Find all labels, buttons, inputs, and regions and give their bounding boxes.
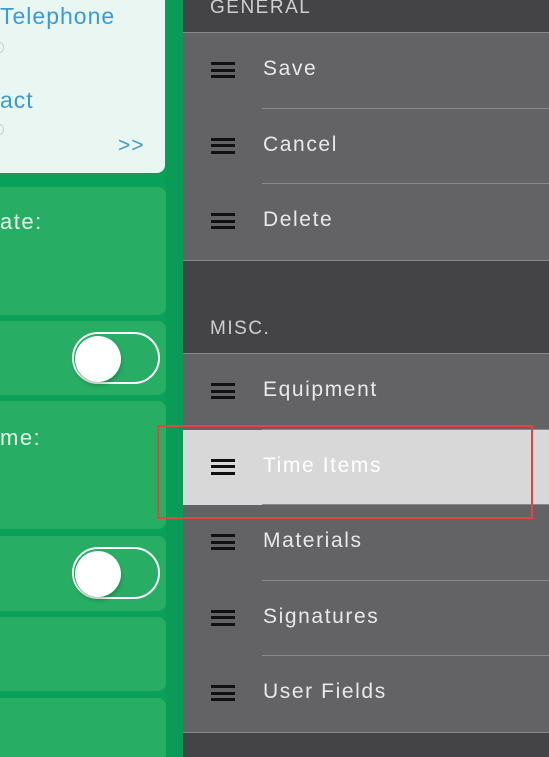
menu-item-save[interactable]: Save [183, 33, 549, 109]
hamburger-icon [211, 137, 235, 154]
toggle-switch-1[interactable] [72, 332, 160, 384]
form-field-blank-1[interactable] [0, 617, 166, 691]
menu-item-label: Materials [263, 529, 363, 552]
menu-item-time-items[interactable]: Time Items [183, 429, 549, 505]
general-section-header: GENERAL [210, 0, 312, 18]
menu-item-cancel[interactable]: Cancel [183, 109, 549, 184]
time-field-label: me: [0, 425, 42, 450]
menu-item-label: Save [263, 57, 318, 80]
menu-item-equipment[interactable]: Equipment [183, 354, 549, 430]
action-menu: GENERAL Save Cancel Delete MISC. Equipme… [183, 0, 549, 757]
hamburger-icon [211, 458, 235, 475]
hamburger-icon [211, 213, 235, 229]
menu-item-delete[interactable]: Delete [183, 184, 549, 260]
hamburger-icon [211, 685, 235, 701]
toggle-knob-2 [75, 551, 121, 597]
menu-item-label: Equipment [263, 378, 378, 401]
toggle-switch-2[interactable] [72, 547, 160, 599]
general-group: Save Cancel Delete [183, 32, 549, 261]
phone-value-indicator [0, 42, 4, 53]
contact-link[interactable]: act [0, 87, 34, 114]
panel-edge [166, 0, 183, 757]
date-field-label: ate: [0, 209, 43, 234]
toggle-row-2 [0, 536, 166, 611]
hamburger-icon [211, 383, 235, 399]
menu-item-materials[interactable]: Materials [183, 505, 549, 581]
form-panel: Telephone act >> ate: me: [0, 0, 183, 757]
hamburger-icon [211, 534, 235, 550]
more-chevron-icon[interactable]: >> [118, 134, 145, 158]
menu-item-label: User Fields [263, 680, 387, 703]
menu-item-label: Delete [263, 208, 334, 231]
misc-section-header: MISC. [210, 318, 271, 339]
misc-group: Equipment Time Items Materials Signature… [183, 353, 549, 733]
toggle-row-1 [0, 321, 166, 395]
menu-item-signatures[interactable]: Signatures [183, 581, 549, 656]
toggle-knob-1 [75, 336, 121, 382]
contact-card[interactable]: Telephone act >> [0, 0, 165, 173]
menu-item-label: Time Items [263, 453, 383, 477]
time-field[interactable]: me: [0, 401, 166, 529]
menu-item-label: Signatures [263, 604, 380, 628]
menu-item-user-fields[interactable]: User Fields [183, 656, 549, 732]
hamburger-icon [211, 62, 235, 78]
hamburger-icon [211, 609, 235, 626]
date-field[interactable]: ate: [0, 187, 166, 315]
form-field-blank-2[interactable] [0, 698, 166, 757]
contact-value-indicator [0, 124, 4, 135]
telephone-link[interactable]: Telephone [0, 3, 115, 30]
menu-item-label: Cancel [263, 132, 338, 156]
